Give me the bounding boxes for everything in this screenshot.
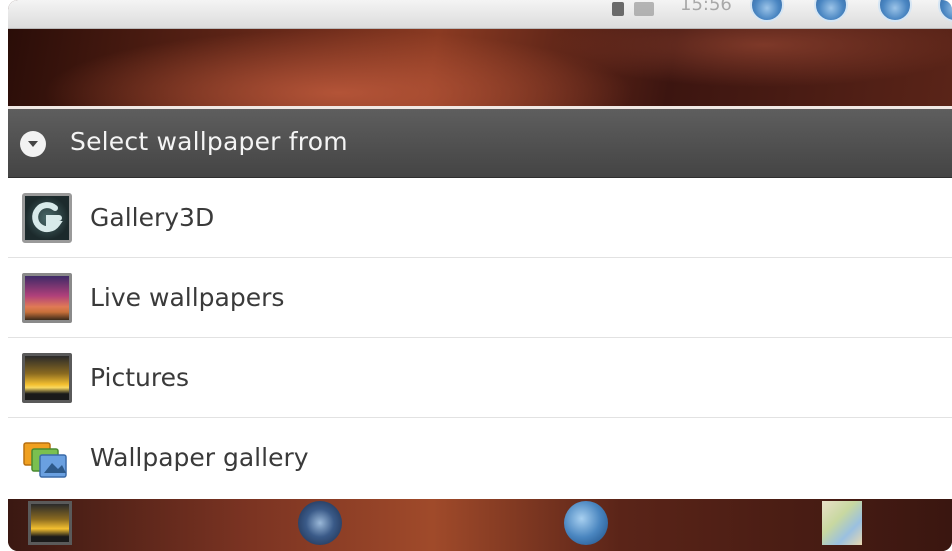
music-app-icon[interactable] — [298, 501, 342, 545]
usb-icon — [634, 2, 654, 16]
home-button[interactable] — [878, 0, 912, 22]
list-item-label: Wallpaper gallery — [90, 443, 309, 472]
pictures-icon — [22, 353, 72, 403]
live-wallpapers-icon — [22, 273, 72, 323]
dialog-header: Select wallpaper from — [8, 109, 952, 178]
pictures-app-icon[interactable] — [28, 501, 72, 545]
wallpaper-gallery-icon — [22, 433, 72, 483]
select-wallpaper-dialog: Select wallpaper from Gallery3D Live wal… — [8, 109, 952, 499]
gallery3d-icon — [22, 193, 72, 243]
home-dock — [8, 499, 952, 551]
back-button[interactable] — [750, 0, 784, 22]
search-button[interactable] — [938, 0, 952, 22]
chevron-down-circle-icon — [20, 131, 46, 157]
device-screen: 15:56 Select wallpaper from Gallery3D Li… — [8, 0, 952, 551]
maps-app-icon[interactable] — [822, 501, 862, 545]
browser-app-icon[interactable] — [564, 501, 608, 545]
list-item-pictures[interactable]: Pictures — [8, 338, 952, 418]
list-item-label: Pictures — [90, 363, 189, 392]
wallpaper-background — [8, 29, 952, 109]
status-bar: 15:56 — [8, 0, 952, 29]
sd-card-icon — [612, 2, 624, 16]
list-item-label: Live wallpapers — [90, 283, 285, 312]
menu-button[interactable] — [814, 0, 848, 22]
list-item-live-wallpapers[interactable]: Live wallpapers — [8, 258, 952, 338]
list-item-wallpaper-gallery[interactable]: Wallpaper gallery — [8, 418, 952, 498]
list-item-label: Gallery3D — [90, 203, 215, 232]
screen: 15:56 Select wallpaper from Gallery3D Li… — [0, 0, 952, 551]
status-time: 15:56 — [680, 0, 732, 15]
dialog-title: Select wallpaper from — [70, 127, 348, 156]
list-item-gallery3d[interactable]: Gallery3D — [8, 178, 952, 258]
